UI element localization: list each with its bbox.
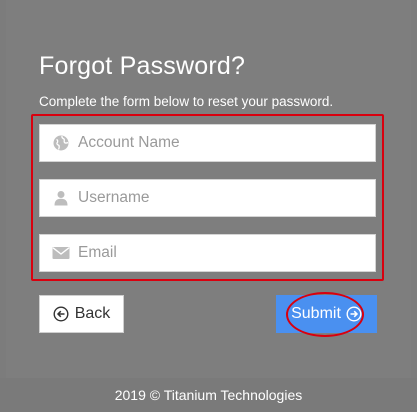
annotation-highlight-box: [31, 114, 384, 281]
back-button-label: Back: [74, 305, 111, 322]
back-button[interactable]: Back: [39, 295, 124, 333]
footer-copyright: 2019 © Titanium Technologies: [0, 378, 417, 412]
page: Forgot Password? Complete the form below…: [0, 0, 417, 412]
arrow-right-circle-icon: [346, 306, 362, 322]
submit-button[interactable]: Submit: [276, 295, 377, 333]
page-title: Forgot Password?: [39, 52, 246, 80]
submit-button-label: Submit: [291, 305, 341, 322]
page-subtitle: Complete the form below to reset your pa…: [39, 94, 334, 109]
arrow-left-circle-icon: [53, 306, 69, 322]
